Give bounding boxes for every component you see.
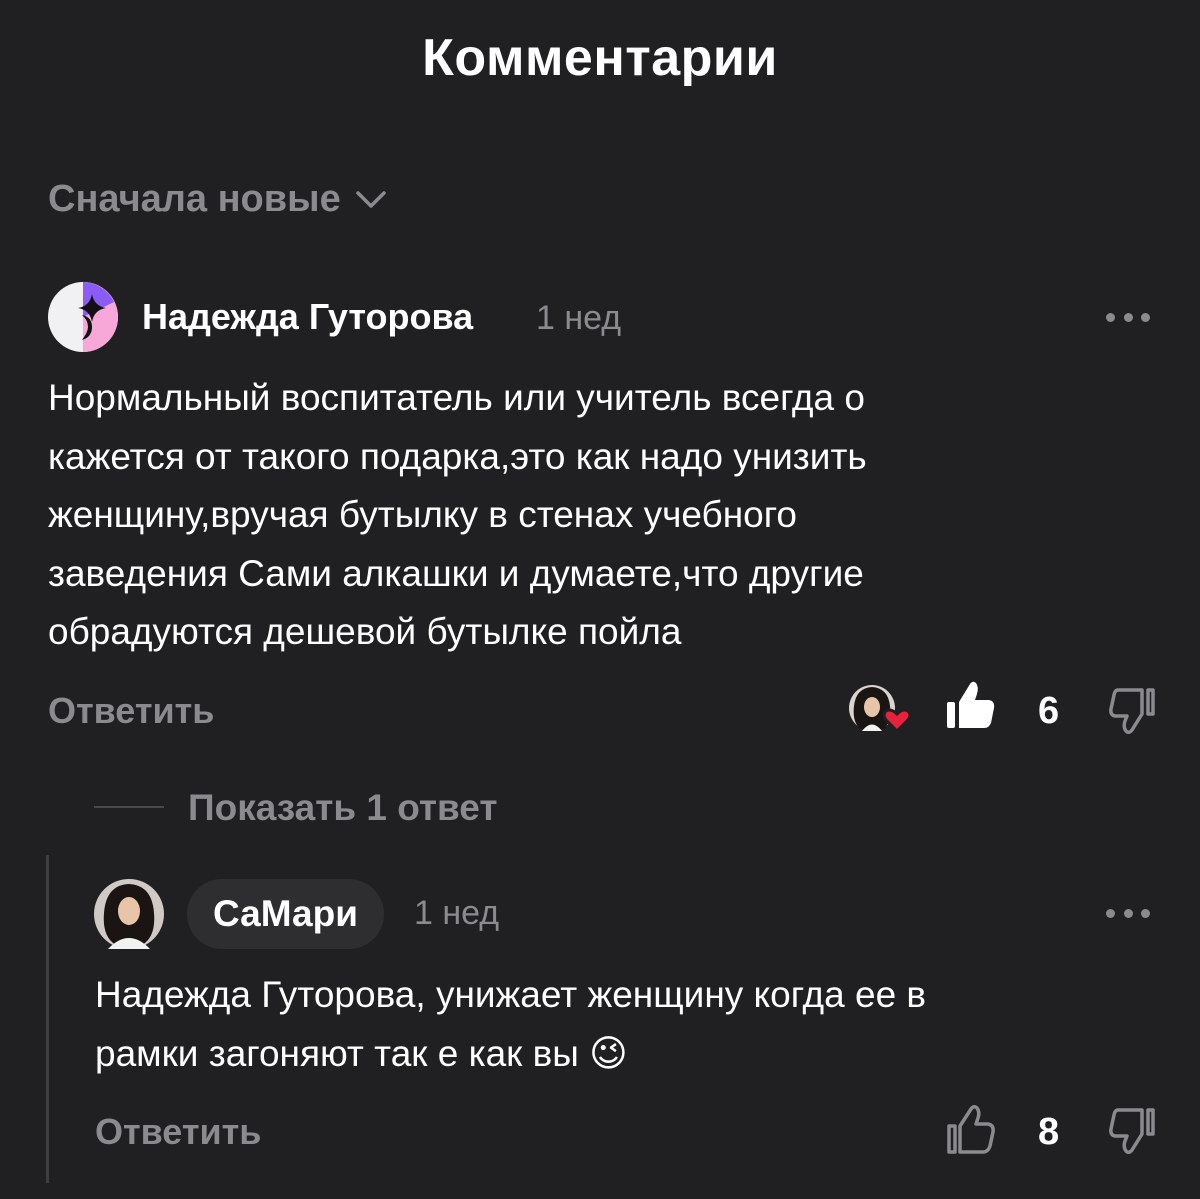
dot-icon	[1106, 312, 1115, 322]
author-liked-avatar	[849, 685, 912, 734]
reply-text: Надежда Гуторова, унижает женщину когда …	[95, 966, 926, 1083]
reply-reply-button[interactable]: Ответить	[95, 1111, 261, 1153]
chevron-down-icon	[355, 190, 386, 208]
like-filled-icon[interactable]	[944, 680, 996, 730]
dot-icon	[1106, 908, 1115, 918]
show-replies-divider	[94, 806, 164, 808]
wink-emoji: 😉	[589, 1032, 628, 1074]
heart-icon	[882, 708, 912, 734]
like-icon[interactable]	[944, 1104, 996, 1154]
sort-dropdown[interactable]: Сначала новые	[48, 178, 387, 221]
comment-text: Нормальный воспитатель или учитель всегд…	[48, 377, 867, 652]
thread-line	[46, 855, 49, 1183]
sort-label: Сначала новые	[48, 178, 341, 220]
dot-icon	[1141, 908, 1150, 918]
reply-more-button[interactable]	[1106, 907, 1150, 919]
reply-author-avatar[interactable]	[94, 879, 164, 949]
dislike-icon[interactable]	[1108, 686, 1158, 736]
like-count: 6	[1038, 690, 1060, 732]
dot-icon	[1141, 312, 1150, 322]
author-avatar[interactable]	[48, 282, 118, 352]
dot-icon	[1123, 312, 1133, 322]
comment-time: 1 нед	[536, 299, 622, 337]
comment-reply-button[interactable]: Ответить	[48, 690, 214, 732]
dot-icon	[1123, 908, 1133, 918]
page-title: Комментарии	[422, 29, 778, 87]
reply-text-content: Надежда Гуторова, унижает женщину когда …	[95, 974, 927, 1074]
comment-more-button[interactable]	[1106, 311, 1150, 323]
comment-author[interactable]: Надежда Гуторова	[142, 296, 473, 338]
reply-time: 1 нед	[414, 894, 500, 932]
reply-like-count: 8	[1038, 1111, 1060, 1153]
reply-author[interactable]: СаМари	[187, 879, 384, 949]
dislike-icon[interactable]	[1108, 1106, 1158, 1156]
show-replies-button[interactable]: Показать 1 ответ	[188, 787, 498, 829]
